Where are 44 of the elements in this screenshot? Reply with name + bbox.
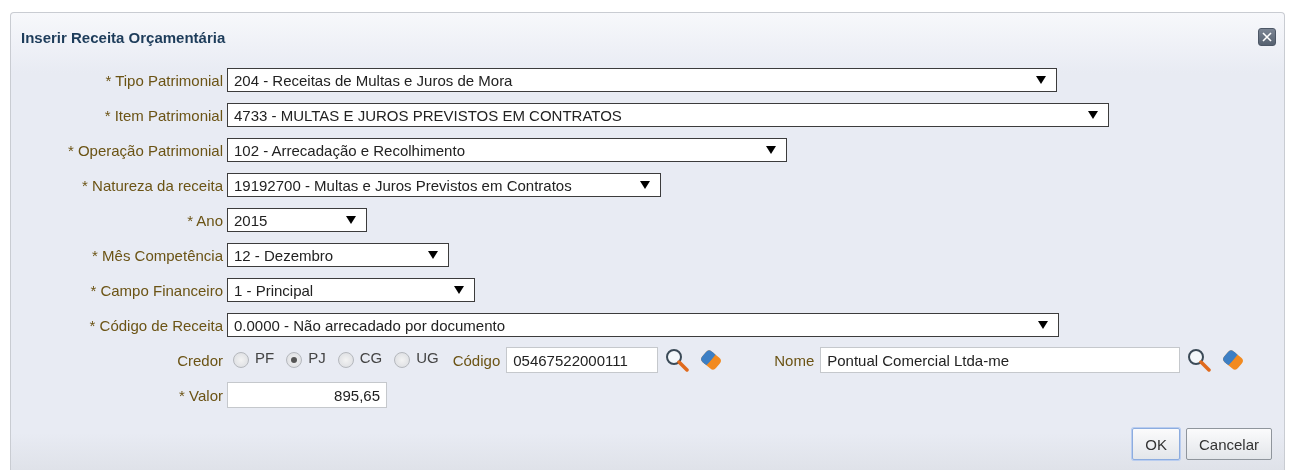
field-label: Nome [774,351,815,369]
dropdown[interactable]: 1 - Principal [227,278,475,302]
name-field[interactable]: Pontual Comercial Ltda-me [820,347,1181,373]
dropdown[interactable]: 2015 [227,208,367,232]
field-label: * Campo Financeiro [89,281,223,299]
field-label: Código [452,351,501,369]
dropdown-arrow-icon [1088,111,1098,119]
field-label: * Ano [186,211,223,229]
dropdown[interactable]: 0.0000 - Não arrecadado por documento [227,313,1059,337]
dropdown[interactable]: 19192700 - Multas e Juros Previstos em Contratos [227,173,661,197]
field-label: * Item Patrimonial [103,106,223,124]
ok-button[interactable]: OK [1132,428,1180,460]
radio-button[interactable] [286,352,303,368]
field-label: * Operação Patrimonial [66,141,223,159]
dialog-title: Inserir Receita Orçamentária [21,28,226,46]
dropdown-arrow-icon [1038,321,1048,329]
field-label: * Natureza da receita [81,176,223,194]
radio-button[interactable] [337,352,354,368]
close-button[interactable] [1258,28,1276,46]
dropdown[interactable]: 12 - Dezembro [227,243,449,267]
amount-field[interactable]: 895,65 [227,382,387,408]
radio-label: PJ [308,348,326,366]
radio-label: UG [416,348,439,366]
dropdown-arrow-icon [428,251,438,259]
radio-button[interactable] [233,352,249,368]
radio-button[interactable] [394,352,411,368]
dropdown[interactable]: 204 - Receitas de Multas e Juros de Mora [227,68,1057,92]
dropdown-arrow-icon [1036,76,1046,84]
radio-label: CG [359,348,383,366]
field-label: * Código de Receita [88,316,223,334]
dropdown[interactable]: 102 - Arrecadação e Recolhimento [227,138,787,162]
radio-label: PF [255,348,275,366]
dropdown-arrow-icon [346,216,356,224]
close-icon [1262,32,1272,42]
dropdown[interactable]: 4733 - MULTAS E JUROS PREVISTOS EM CONTRATOS [227,103,1109,127]
dropdown-arrow-icon [640,181,650,189]
field-label: Credor [176,351,223,369]
dropdown-arrow-icon [766,146,776,154]
field-label: * Mês Competência [91,246,223,264]
field-label: * Tipo Patrimonial [104,71,223,89]
dropdown-arrow-icon [454,286,464,294]
field-label: * Valor [178,386,223,404]
cancel-button[interactable]: Cancelar [1185,428,1272,460]
code-field[interactable]: 05467522000111 [506,347,659,373]
